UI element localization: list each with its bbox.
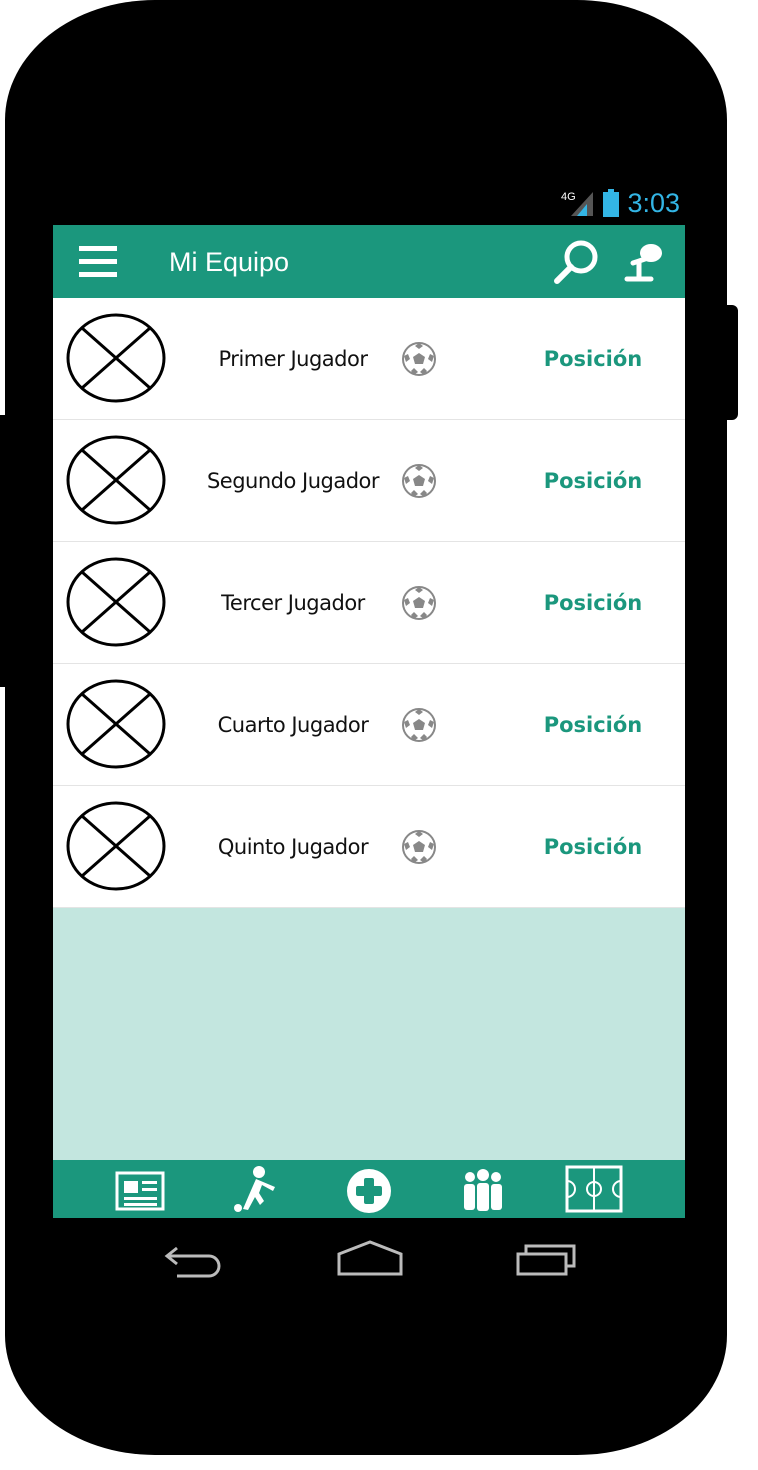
avatar-placeholder-icon xyxy=(66,557,166,647)
list-item[interactable]: Segundo Jugador Posición xyxy=(53,420,685,542)
player-position[interactable]: Posición xyxy=(533,835,653,859)
status-bar: 4G 3:03 xyxy=(540,186,680,220)
soccer-ball-icon xyxy=(402,463,436,498)
player-kick-icon[interactable] xyxy=(229,1165,281,1213)
network-type-label: 4G xyxy=(561,191,576,203)
avatar-placeholder-icon xyxy=(66,679,166,769)
player-name: Tercer Jugador xyxy=(221,590,365,615)
app-bar: Mi Equipo xyxy=(53,225,685,298)
player-position[interactable]: Posición xyxy=(533,347,653,371)
status-time: 3:03 xyxy=(627,187,680,218)
player-name: Primer Jugador xyxy=(218,346,368,371)
back-icon[interactable] xyxy=(163,1238,225,1278)
list-item[interactable]: Cuarto Jugador Posición xyxy=(53,664,685,786)
power-button xyxy=(726,305,738,420)
signal-4g-icon: 4G xyxy=(561,191,594,216)
soccer-ball-icon xyxy=(402,585,436,620)
team-group-icon[interactable] xyxy=(457,1165,509,1213)
player-name: Cuarto Jugador xyxy=(217,712,369,737)
player-position[interactable]: Posición xyxy=(533,469,653,493)
soccer-ball-icon xyxy=(402,341,436,376)
soccer-field-icon[interactable] xyxy=(565,1165,625,1213)
recents-icon[interactable] xyxy=(514,1238,580,1278)
page-title: Mi Equipo xyxy=(169,247,290,277)
player-position[interactable]: Posición xyxy=(533,713,653,737)
player-name: Segundo Jugador xyxy=(206,468,380,493)
newspaper-icon[interactable] xyxy=(115,1165,167,1213)
bottom-nav xyxy=(53,1160,685,1218)
add-circle-icon[interactable] xyxy=(343,1165,395,1213)
hamburger-menu-icon[interactable] xyxy=(79,246,117,278)
battery-icon xyxy=(603,189,620,217)
player-list: Primer Jugador Posición Segundo Jugador xyxy=(53,298,685,908)
player-position[interactable]: Posición xyxy=(533,591,653,615)
app-screen: Mi Equipo Primer Jugador Posición Segund… xyxy=(53,225,685,1218)
list-item[interactable]: Tercer Jugador Posición xyxy=(53,542,685,664)
player-name: Quinto Jugador xyxy=(217,834,369,859)
list-item[interactable]: Primer Jugador Posición xyxy=(53,298,685,420)
soccer-ball-icon xyxy=(402,829,436,864)
pin-icon[interactable] xyxy=(621,239,667,285)
avatar-placeholder-icon xyxy=(66,801,166,891)
list-item[interactable]: Quinto Jugador Posición xyxy=(53,786,685,908)
volume-button xyxy=(0,415,8,687)
soccer-ball-icon xyxy=(402,707,436,742)
search-icon[interactable] xyxy=(553,239,601,285)
avatar-placeholder-icon xyxy=(66,435,166,525)
home-icon[interactable] xyxy=(336,1238,404,1278)
avatar-placeholder-icon xyxy=(66,313,166,403)
